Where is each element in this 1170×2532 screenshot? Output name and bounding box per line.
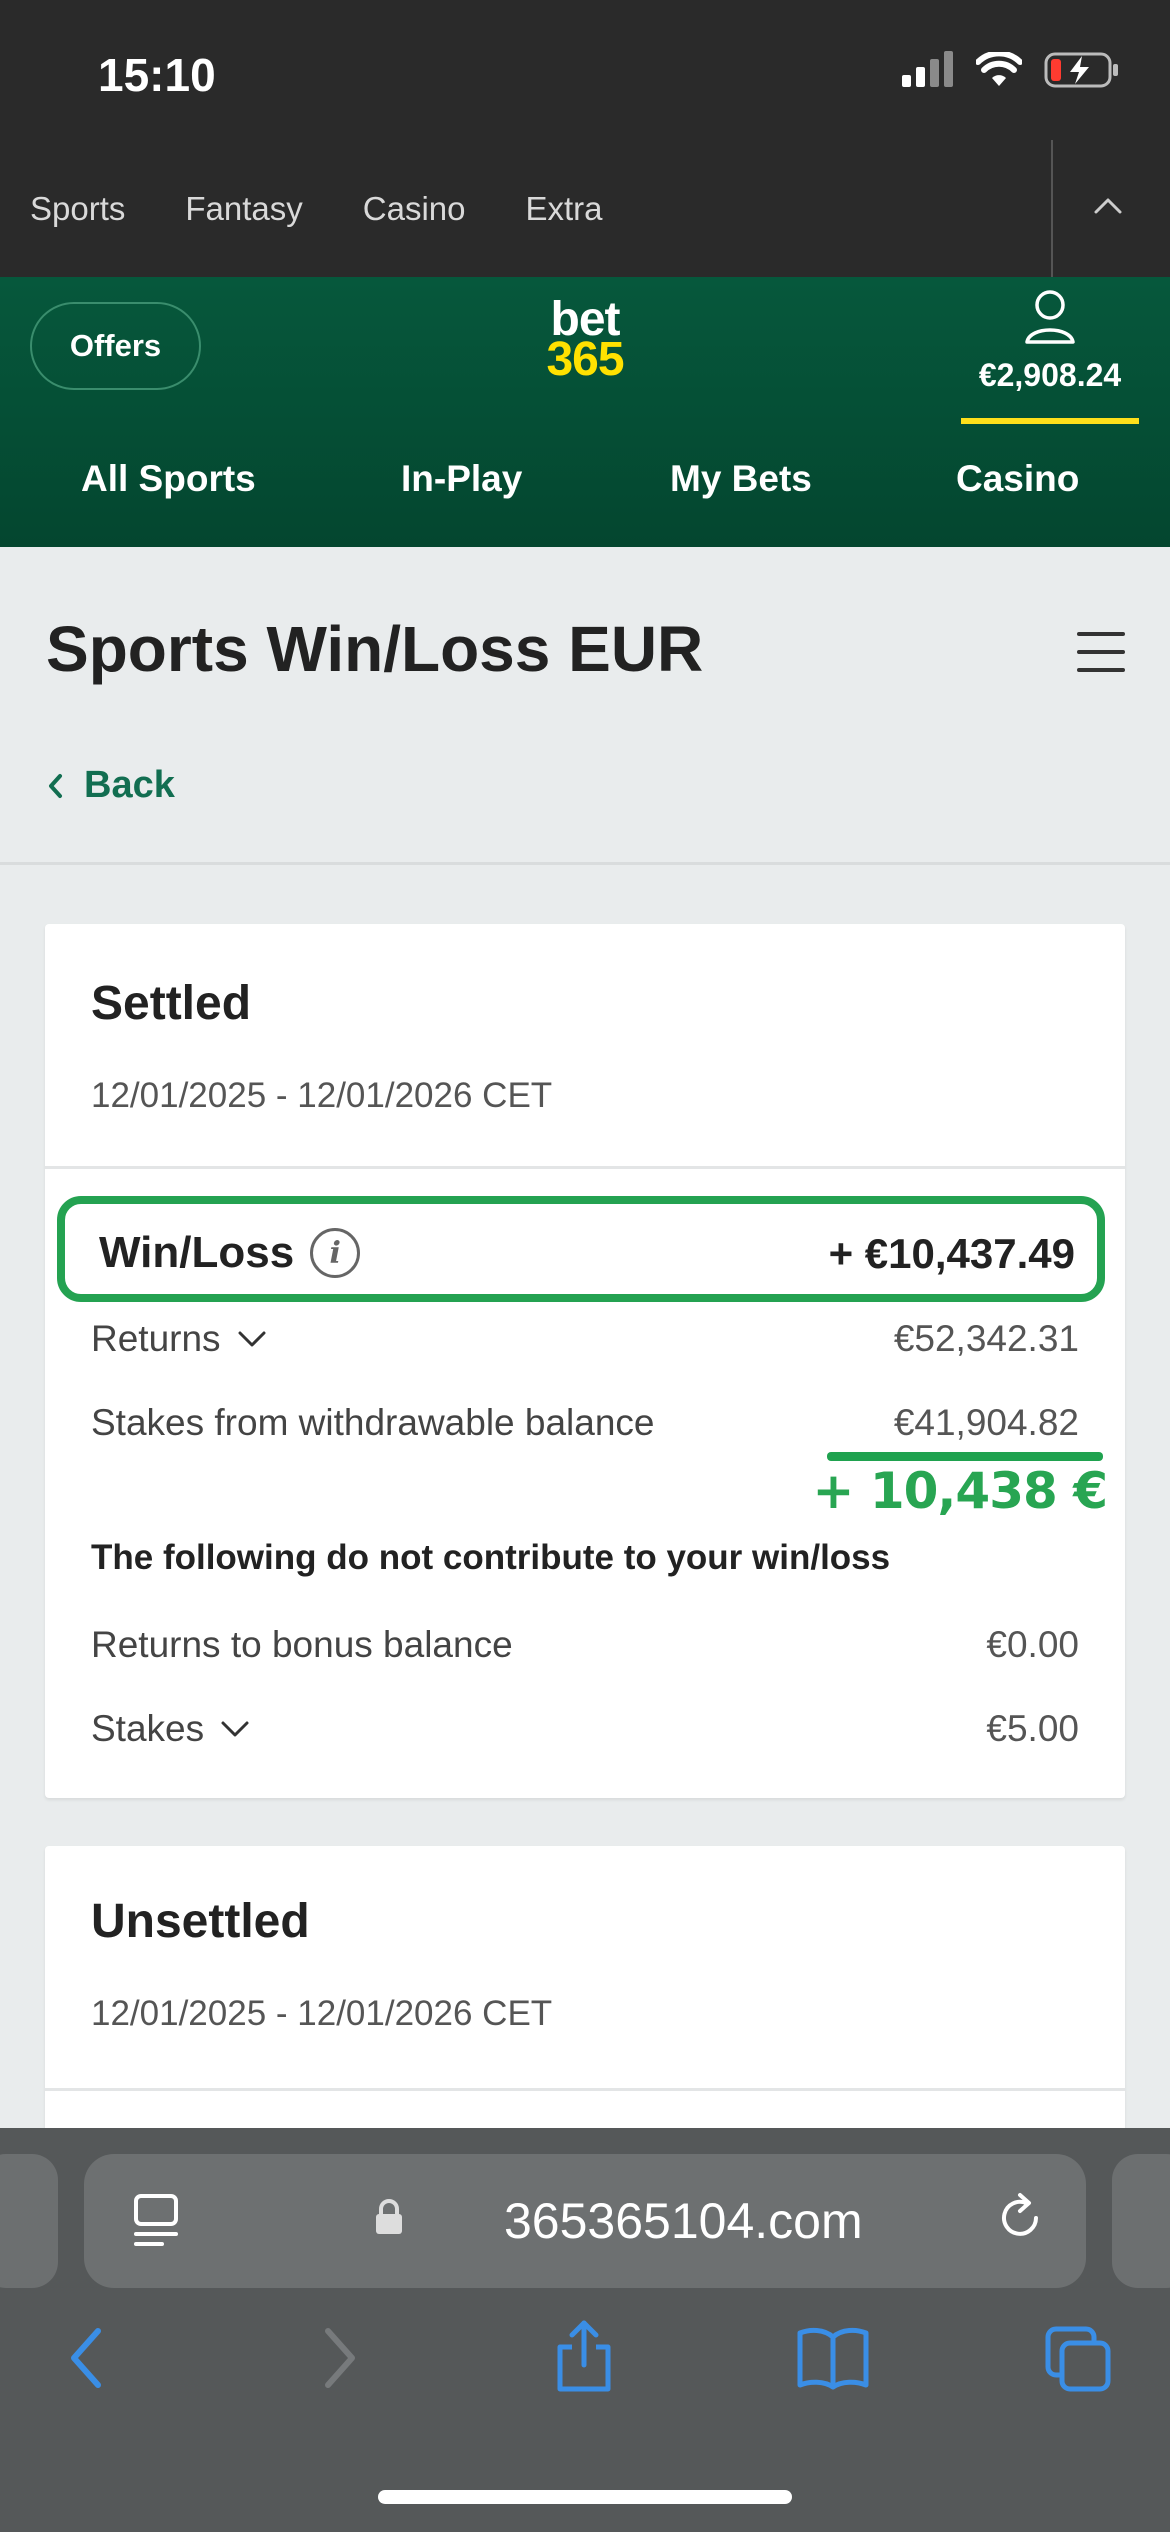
cellular-signal-icon	[902, 51, 953, 87]
nav-my-bets[interactable]: My Bets	[670, 458, 812, 500]
account-balance: €2,908.24	[978, 357, 1122, 393]
battery-charging-icon	[1044, 52, 1118, 88]
stakes-withdrawable-value: €41,904.82	[893, 1402, 1079, 1443]
chevron-up-icon[interactable]	[1093, 196, 1123, 216]
chevron-down-icon	[221, 1721, 249, 1737]
status-icons	[902, 50, 1120, 90]
stakes-toggle[interactable]: Stakes	[91, 1708, 250, 1750]
stakes-value: €5.00	[986, 1708, 1079, 1749]
share-icon[interactable]	[552, 2319, 616, 2393]
wifi-icon	[976, 52, 1022, 86]
account-active-indicator	[961, 418, 1139, 424]
info-icon[interactable]: i	[310, 1228, 361, 1278]
unsettled-title: Unsettled	[91, 1895, 310, 1948]
top-nav-fantasy[interactable]: Fantasy	[185, 190, 302, 228]
tabs-icon[interactable]	[1044, 2325, 1114, 2395]
back-arrow-icon[interactable]	[66, 2325, 106, 2391]
top-bar	[0, 0, 1170, 277]
handwritten-total: + 10,438 €	[812, 1462, 1108, 1520]
user-icon	[1025, 290, 1075, 344]
url-text: 365365104.com	[504, 2193, 863, 2249]
returns-value: €52,342.31	[893, 1318, 1079, 1359]
bonus-returns-value: €0.00	[986, 1624, 1079, 1665]
win-loss-label-group: Win/Loss i	[99, 1228, 361, 1278]
nav-all-sports[interactable]: All Sports	[81, 458, 256, 500]
handwritten-underline	[827, 1452, 1103, 1461]
settled-card: Settled 12/01/2025 - 12/01/2026 CET Win/…	[45, 924, 1125, 1798]
stakes-withdrawable-label: Stakes from withdrawable balance	[91, 1402, 655, 1443]
offers-button[interactable]: Offers	[30, 302, 201, 390]
settled-date-range: 12/01/2025 - 12/01/2026 CET	[91, 1076, 553, 1115]
main-nav: All Sports In-Play My Bets Casino	[0, 458, 1170, 518]
chevron-left-icon	[49, 773, 62, 798]
next-tab-preview[interactable]	[1112, 2154, 1170, 2288]
bonus-returns-label: Returns to bonus balance	[91, 1624, 513, 1665]
page-title: Sports Win/Loss EUR	[46, 613, 704, 685]
browser-bottom-icons	[0, 2320, 1170, 2405]
nav-in-play[interactable]: In-Play	[401, 458, 522, 500]
logo-text-bottom: 365	[546, 333, 624, 386]
win-loss-label: Win/Loss	[99, 1228, 295, 1277]
account-button[interactable]: €2,908.24	[960, 288, 1140, 424]
non-contributing-note: The following do not contribute to your …	[91, 1538, 891, 1577]
top-nav-extra[interactable]: Extra	[526, 190, 603, 228]
menu-icon[interactable]	[1077, 632, 1125, 686]
home-indicator	[378, 2490, 792, 2504]
unsettled-card: Unsettled 12/01/2025 - 12/01/2026 CET	[45, 1846, 1125, 2146]
settled-title: Settled	[91, 977, 252, 1030]
bet365-logo[interactable]: bet 365	[538, 296, 632, 386]
divider	[45, 1166, 1125, 1169]
bookmarks-icon[interactable]	[796, 2325, 870, 2391]
back-link[interactable]: Back	[46, 764, 175, 807]
forward-arrow-icon[interactable]	[320, 2325, 360, 2391]
stakes-label: Stakes	[91, 1708, 205, 1749]
top-nav-sports[interactable]: Sports	[30, 190, 125, 228]
top-nav: Sports Fantasy Casino Extra	[30, 190, 603, 228]
divider	[45, 2088, 1125, 2091]
nav-casino[interactable]: Casino	[956, 458, 1079, 500]
divider	[0, 862, 1170, 865]
unsettled-date-range: 12/01/2025 - 12/01/2026 CET	[91, 1994, 553, 2033]
divider	[1051, 140, 1053, 277]
reload-icon[interactable]	[996, 2190, 1046, 2246]
returns-label: Returns	[91, 1318, 221, 1359]
status-time: 15:10	[98, 49, 216, 101]
win-loss-highlight: Win/Loss i + €10,437.49	[57, 1196, 1105, 1302]
returns-toggle[interactable]: Returns	[91, 1318, 267, 1360]
page-menu-icon[interactable]	[132, 2192, 180, 2248]
previous-tab-preview[interactable]	[0, 2154, 58, 2288]
back-label: Back	[84, 764, 175, 806]
lock-icon	[376, 2199, 402, 2234]
top-nav-casino[interactable]: Casino	[363, 190, 466, 228]
address-bar[interactable]: 365365104.com	[84, 2154, 1086, 2288]
chevron-down-icon	[238, 1331, 266, 1347]
win-loss-value: + €10,437.49	[828, 1230, 1075, 1277]
